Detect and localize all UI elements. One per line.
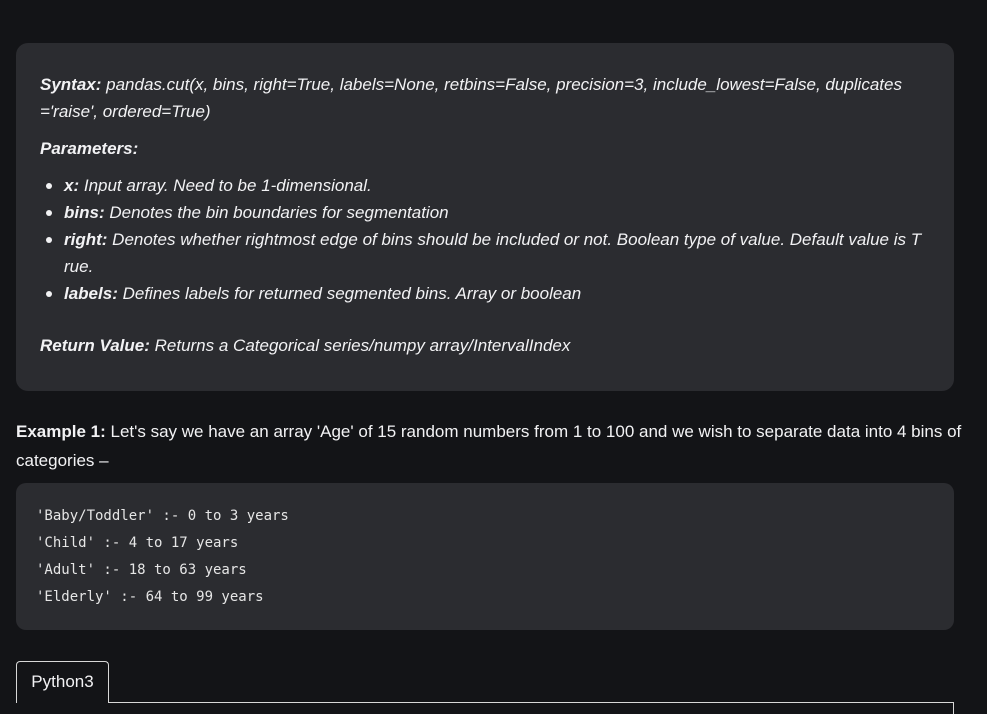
- code-line: 'Adult' :- 18 to 63 years: [36, 562, 247, 578]
- code-tab-panel: [16, 702, 954, 714]
- code-line: 'Child' :- 4 to 17 years: [36, 535, 239, 551]
- param-item-right: right: Denotes whether rightmost edge of…: [46, 226, 930, 280]
- param-desc: Denotes the bin boundaries for segmentat…: [104, 203, 449, 222]
- syntax-text-continued: ='raise', ordered=True): [40, 102, 211, 121]
- return-label: Return Value:: [40, 336, 150, 355]
- code-line: 'Elderly' :- 64 to 99 years: [36, 589, 264, 605]
- tab-python3[interactable]: Python3: [16, 661, 109, 703]
- param-name: right:: [64, 230, 108, 249]
- param-item-x: x: Input array. Need to be 1-dimensional…: [46, 172, 930, 199]
- syntax-line: Syntax: pandas.cut(x, bins, right=True, …: [40, 71, 930, 125]
- param-desc: Input array. Need to be 1-dimensional.: [79, 176, 372, 195]
- param-item-labels: labels: Defines labels for returned segm…: [46, 280, 930, 307]
- code-block: 'Baby/Toddler' :- 0 to 3 years 'Child' :…: [16, 483, 954, 630]
- param-desc: Defines labels for returned segmented bi…: [117, 284, 582, 303]
- param-name: bins:: [64, 203, 105, 222]
- example-paragraph: Example 1: Let's say we have an array 'A…: [16, 417, 966, 475]
- param-item-bins: bins: Denotes the bin boundaries for seg…: [46, 199, 930, 226]
- example-text: Let's say we have an array 'Age' of 15 r…: [105, 422, 962, 441]
- example-label: Example 1:: [16, 422, 106, 441]
- param-name: labels:: [64, 284, 118, 303]
- parameters-heading: Parameters:: [40, 139, 139, 158]
- article-page: Syntax: pandas.cut(x, bins, right=True, …: [0, 0, 987, 714]
- return-value-line: Return Value: Returns a Categorical seri…: [40, 332, 930, 359]
- syntax-text: pandas.cut(x, bins, right=True, labels=N…: [101, 75, 902, 94]
- syntax-box: Syntax: pandas.cut(x, bins, right=True, …: [16, 43, 954, 391]
- param-desc: Denotes whether rightmost edge of bins s…: [107, 230, 922, 249]
- parameters-list: x: Input array. Need to be 1-dimensional…: [40, 172, 930, 307]
- syntax-label: Syntax:: [40, 75, 102, 94]
- param-name: x:: [64, 176, 80, 195]
- code-line: 'Baby/Toddler' :- 0 to 3 years: [36, 508, 289, 524]
- return-text: Returns a Categorical series/numpy array…: [149, 336, 571, 355]
- example-text-continued: categories –: [16, 451, 109, 470]
- param-desc-continued: rue.: [64, 257, 94, 276]
